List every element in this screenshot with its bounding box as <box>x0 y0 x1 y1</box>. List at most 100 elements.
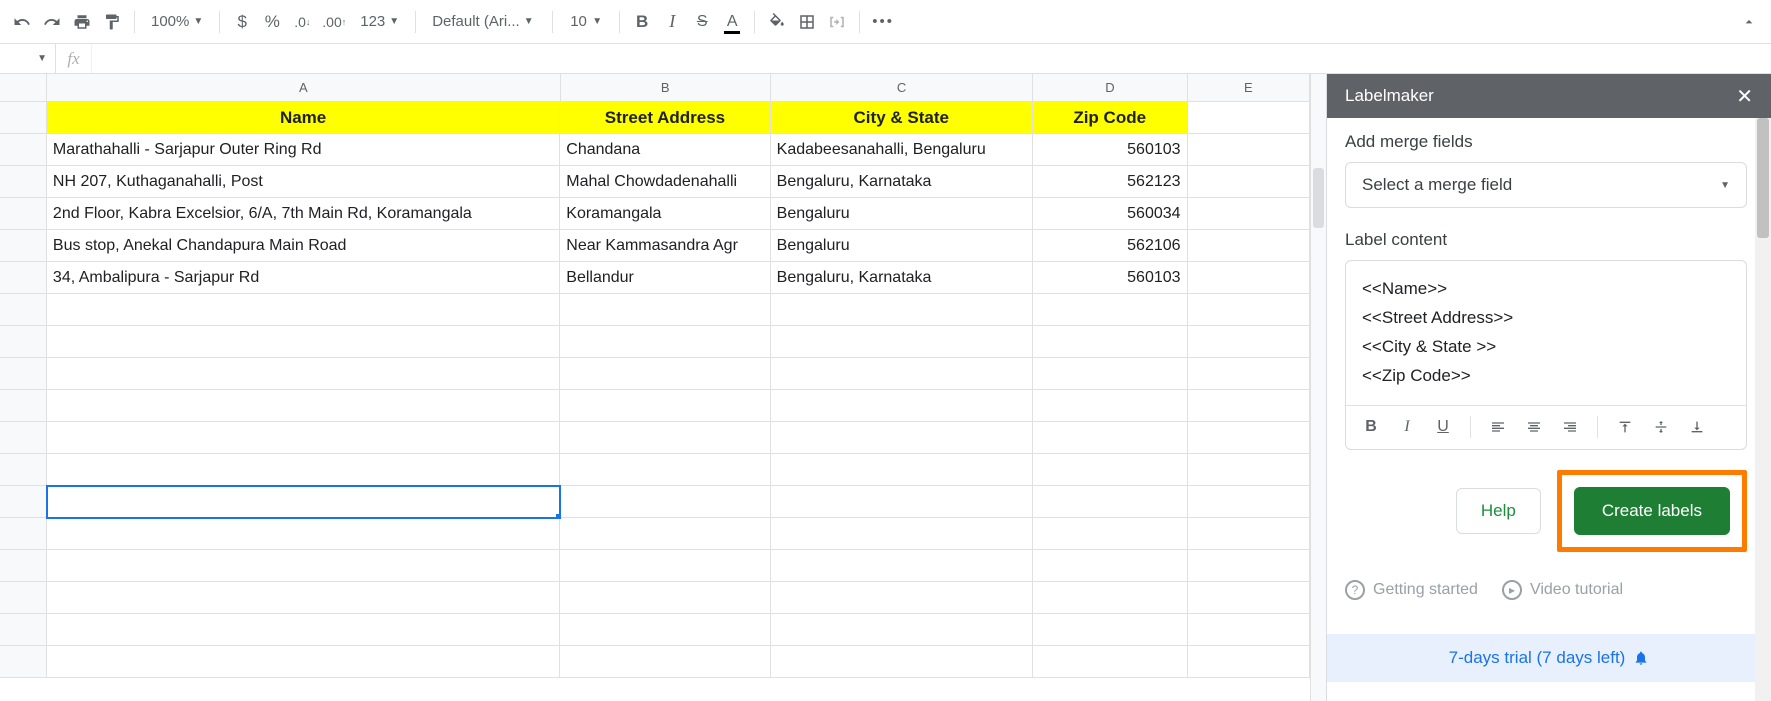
cell[interactable] <box>1033 390 1188 422</box>
cell[interactable]: 562106 <box>1033 230 1188 262</box>
print-button[interactable] <box>68 8 96 36</box>
cell[interactable] <box>47 486 560 518</box>
cell[interactable] <box>560 582 770 614</box>
cell[interactable] <box>47 390 560 422</box>
cell[interactable] <box>771 358 1033 390</box>
cell[interactable] <box>1033 486 1188 518</box>
cell[interactable] <box>771 294 1033 326</box>
cell[interactable] <box>771 518 1033 550</box>
cell[interactable] <box>1033 614 1188 646</box>
cell[interactable] <box>560 422 770 454</box>
cell[interactable]: Kadabeesanahalli, Bengaluru <box>771 134 1033 166</box>
formula-input[interactable] <box>92 44 1771 73</box>
cell[interactable] <box>47 294 560 326</box>
col-header-D[interactable]: D <box>1033 74 1188 101</box>
cell[interactable] <box>1188 198 1310 230</box>
row-header[interactable] <box>0 102 47 134</box>
cell[interactable] <box>1188 390 1310 422</box>
cell[interactable]: Street Address <box>560 102 770 134</box>
row-header[interactable] <box>0 486 47 518</box>
select-all-corner[interactable] <box>0 74 47 101</box>
cell[interactable] <box>1188 422 1310 454</box>
zoom-dropdown[interactable]: 100%▼ <box>143 8 211 36</box>
cell[interactable] <box>1188 102 1310 134</box>
row-header[interactable] <box>0 550 47 582</box>
cell[interactable] <box>771 326 1033 358</box>
cell[interactable] <box>1033 294 1188 326</box>
cell[interactable]: 560103 <box>1033 262 1188 294</box>
cell[interactable] <box>560 454 770 486</box>
font-family-dropdown[interactable]: Default (Ari...▼ <box>424 8 544 36</box>
cell[interactable] <box>1033 358 1188 390</box>
font-size-dropdown[interactable]: 10▼ <box>561 8 611 36</box>
cell[interactable] <box>560 518 770 550</box>
cell[interactable] <box>1188 614 1310 646</box>
row-header[interactable] <box>0 230 47 262</box>
cell[interactable]: Chandana <box>560 134 770 166</box>
col-header-E[interactable]: E <box>1188 74 1310 101</box>
align-left-button[interactable] <box>1483 412 1513 442</box>
cell[interactable] <box>1033 422 1188 454</box>
cell[interactable]: Bengaluru <box>771 230 1033 262</box>
cell[interactable] <box>560 294 770 326</box>
cell[interactable]: Koramangala <box>560 198 770 230</box>
col-header-C[interactable]: C <box>771 74 1033 101</box>
strikethrough-button[interactable]: S <box>688 8 716 36</box>
cell[interactable]: Bengaluru, Karnataka <box>771 166 1033 198</box>
help-button[interactable]: Help <box>1456 488 1541 534</box>
cell[interactable] <box>1188 646 1310 678</box>
cell[interactable] <box>771 550 1033 582</box>
align-right-button[interactable] <box>1555 412 1585 442</box>
cell[interactable]: Bengaluru <box>771 198 1033 230</box>
cell[interactable]: 562123 <box>1033 166 1188 198</box>
row-header[interactable] <box>0 422 47 454</box>
cell[interactable] <box>560 390 770 422</box>
editor-italic-button[interactable]: I <box>1392 412 1422 442</box>
cell[interactable]: 2nd Floor, Kabra Excelsior, 6/A, 7th Mai… <box>47 198 560 230</box>
getting-started-link[interactable]: ? Getting started <box>1345 580 1478 600</box>
collapse-toolbar-button[interactable] <box>1735 8 1763 36</box>
trial-banner[interactable]: 7-days trial (7 days left) <box>1327 634 1771 682</box>
cell[interactable] <box>47 326 560 358</box>
cell[interactable] <box>560 326 770 358</box>
cell[interactable]: 34, Ambalipura - Sarjapur Rd <box>47 262 560 294</box>
increase-decimal-button[interactable]: .00↑ <box>318 8 350 36</box>
cell[interactable] <box>560 614 770 646</box>
row-header[interactable] <box>0 134 47 166</box>
cell[interactable] <box>560 486 770 518</box>
cell[interactable] <box>1188 486 1310 518</box>
col-header-A[interactable]: A <box>47 74 561 101</box>
cell[interactable] <box>47 646 560 678</box>
align-center-button[interactable] <box>1519 412 1549 442</box>
cell[interactable]: Bellandur <box>560 262 770 294</box>
valign-bottom-button[interactable] <box>1682 412 1712 442</box>
vertical-scrollbar[interactable] <box>1310 74 1326 701</box>
row-header[interactable] <box>0 614 47 646</box>
row-header[interactable] <box>0 646 47 678</box>
row-header[interactable] <box>0 358 47 390</box>
cell[interactable] <box>47 518 560 550</box>
cell[interactable] <box>1033 518 1188 550</box>
italic-button[interactable]: I <box>658 8 686 36</box>
cell[interactable] <box>1033 454 1188 486</box>
cell[interactable] <box>1033 326 1188 358</box>
cell[interactable] <box>1188 550 1310 582</box>
cell[interactable]: 560034 <box>1033 198 1188 230</box>
cell[interactable] <box>771 582 1033 614</box>
sidebar-scrollbar[interactable] <box>1755 118 1771 701</box>
cell[interactable] <box>1033 550 1188 582</box>
cell[interactable] <box>47 550 560 582</box>
cell[interactable] <box>771 614 1033 646</box>
row-header[interactable] <box>0 518 47 550</box>
cell[interactable] <box>771 486 1033 518</box>
cell[interactable] <box>771 390 1033 422</box>
merge-cells-button[interactable] <box>823 8 851 36</box>
merge-field-select[interactable]: Select a merge field ▼ <box>1345 162 1747 208</box>
cell[interactable] <box>1188 294 1310 326</box>
row-header[interactable] <box>0 166 47 198</box>
currency-button[interactable]: $ <box>228 8 256 36</box>
label-content-textarea[interactable]: <<Name>><<Street Address>><<City & State… <box>1346 261 1746 405</box>
cell[interactable] <box>771 422 1033 454</box>
bold-button[interactable]: B <box>628 8 656 36</box>
fill-color-button[interactable] <box>763 8 791 36</box>
